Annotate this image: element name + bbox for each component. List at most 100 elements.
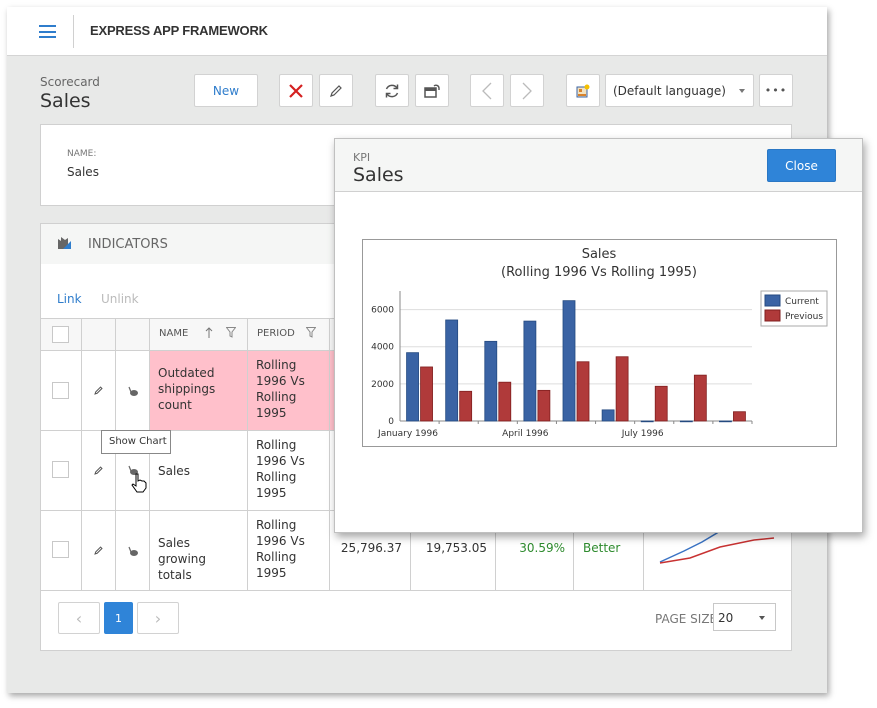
chart-subtitle: (Rolling 1996 Vs Rolling 1995) [501,265,697,280]
unlink-button[interactable]: Unlink [101,292,139,306]
link-button[interactable]: Link [57,292,82,306]
popup-breadcrumb: KPI [353,151,371,164]
popup-title: Sales [353,164,404,186]
refresh-icon [385,84,399,97]
period-cell: Rolling 1996 Vs Rolling 1995 [247,351,329,430]
name-cell: Sales growing totals [149,511,247,590]
bar-previous [498,381,512,422]
localization-icon [576,84,590,97]
next-button[interactable] [510,74,544,107]
edit-icon [94,546,103,555]
bar-previous [733,411,746,422]
open-window-icon [424,84,440,98]
more-icon: ••• [764,84,788,97]
divider [73,15,74,48]
pager-next-button[interactable]: › [137,602,179,634]
chevron-down-icon [759,616,765,620]
row-checkbox[interactable] [52,382,69,399]
chart-title: Sales [582,247,617,262]
edit-icon [330,84,342,97]
page-size-value: 20 [718,611,734,625]
localization-button[interactable] [566,74,600,107]
legend-swatch-previous [764,309,781,322]
chart-icon [128,386,138,396]
bar-previous [537,389,551,422]
language-select[interactable]: (Default language) [605,74,754,107]
show-chart-cell[interactable] [115,351,149,430]
kpi-popup: KPI Sales Close Sales (Rolling 1996 Vs R… [334,138,863,533]
x-tick-label: July 1996 [621,429,664,439]
row-checkbox[interactable] [52,541,69,558]
popup-header: KPI Sales Close [335,139,862,192]
show-chart-tooltip: Show Chart [101,430,171,454]
pager: ‹ 1 › PAGE SIZE 20 [41,590,791,650]
bar-current [562,300,576,422]
filter-icon[interactable] [226,327,236,338]
page-size-label: PAGE SIZE [655,612,718,626]
close-button[interactable]: Close [767,149,836,182]
refresh-button[interactable] [375,74,409,107]
menu-icon[interactable] [39,25,56,38]
name-label: NAME: [67,149,97,159]
bar-current [523,320,537,422]
indicators-icon [58,237,71,249]
bar-current [406,352,419,422]
pager-page-1[interactable]: 1 [104,602,133,634]
period-cell: Rolling 1996 Vs Rolling 1995 [247,431,329,510]
filter-icon[interactable] [306,327,316,338]
legend-label-current: Current [785,297,819,307]
bar-previous [654,385,668,422]
show-chart-cell[interactable] [115,511,149,590]
open-window-button[interactable] [415,74,449,107]
name-cell: Outdated shippings count [149,351,247,430]
chart-icon [128,546,138,556]
app-title: EXPRESS APP FRAMEWORK [90,23,268,38]
language-value: (Default language) [613,84,726,98]
legend-label-previous: Previous [785,312,823,322]
y-tick-label: 0 [388,417,394,427]
edit-icon [94,386,103,395]
bar-previous [615,356,629,422]
pager-prev-button[interactable]: ‹ [58,602,100,634]
bar-current [679,420,693,423]
bar-current [601,409,615,422]
bar-current [640,420,654,423]
bar-previous [420,366,433,422]
hand-cursor-icon [131,473,147,493]
top-bar: EXPRESS APP FRAMEWORK [7,7,827,56]
period-cell: Rolling 1996 Vs Rolling 1995 [247,511,329,590]
delete-icon [289,83,303,98]
bar-current [484,340,498,422]
bar-previous [576,361,590,422]
more-button[interactable]: ••• [759,74,793,107]
next-icon [522,82,532,99]
column-header-name[interactable]: NAME [149,319,247,350]
previous-icon [482,82,492,99]
bar-previous [693,374,707,422]
header-cell [81,319,115,350]
edit-button[interactable] [319,74,353,107]
y-tick-label: 4000 [371,343,394,353]
chevron-down-icon [739,89,745,93]
name-value: Sales [67,165,99,179]
x-tick-label: April 1996 [502,429,549,439]
sparkline-previous [659,537,775,564]
previous-button[interactable] [470,74,504,107]
row-checkbox[interactable] [52,461,69,478]
sort-ascending-icon [205,327,213,338]
bar-current [719,420,732,423]
new-button[interactable]: New [194,74,258,107]
chart-legend: Current Previous [760,290,828,327]
edit-icon [94,466,103,475]
select-all-checkbox[interactable] [52,326,69,343]
delete-button[interactable] [279,74,313,107]
edit-cell[interactable] [81,351,115,430]
column-header-period[interactable]: PERIOD [247,319,329,350]
bar-current [445,319,459,422]
header-cell [115,319,149,350]
edit-cell[interactable] [81,511,115,590]
sales-chart: Sales (Rolling 1996 Vs Rolling 1995) 0 20… [362,239,837,447]
page-size-select[interactable]: 20 [713,603,776,631]
indicators-title: INDICATORS [88,237,168,252]
x-tick-label: January 1996 [377,429,438,439]
